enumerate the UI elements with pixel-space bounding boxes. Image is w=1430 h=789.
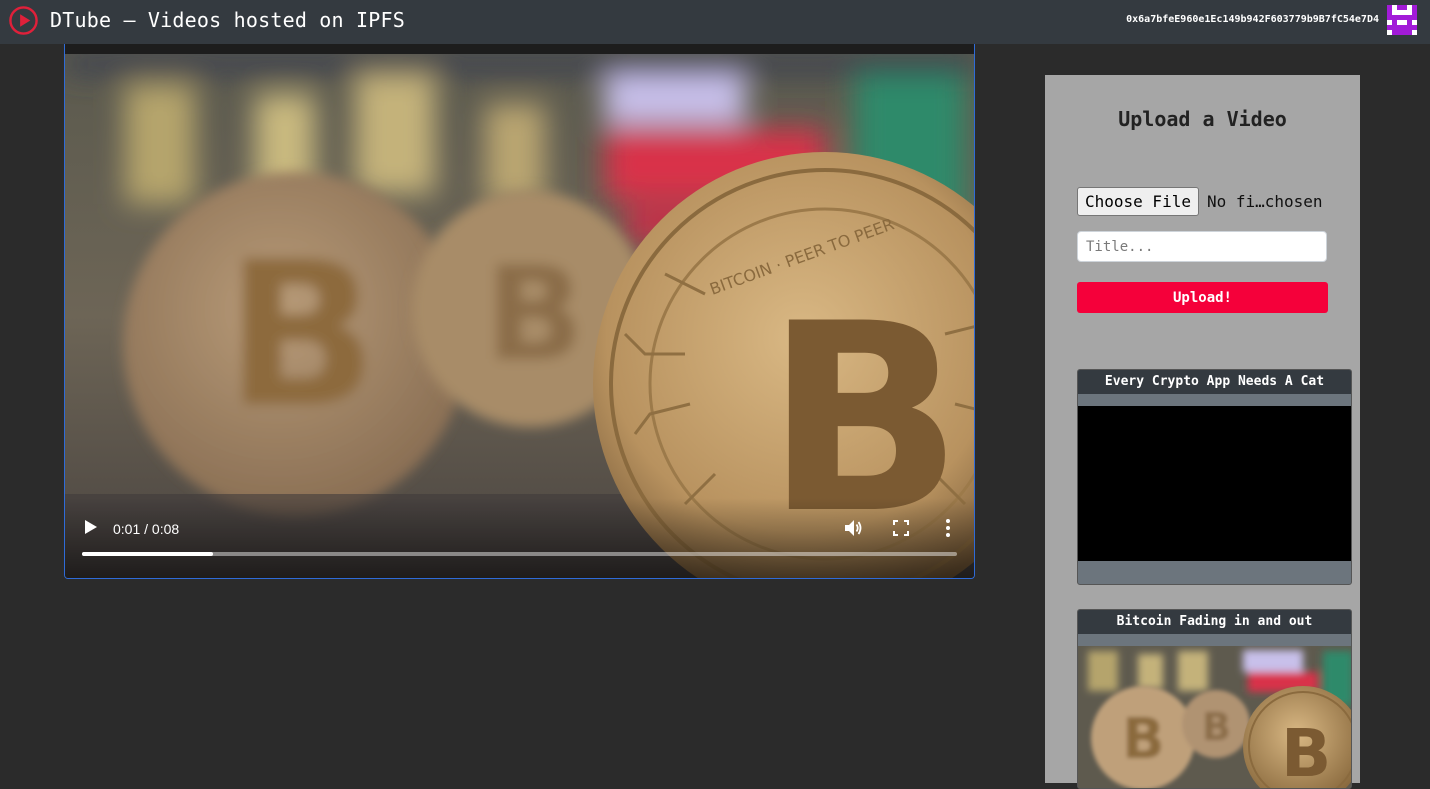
svg-text:B: B	[485, 238, 584, 390]
video-thumbnail[interactable]	[1078, 406, 1351, 561]
identicon-avatar	[1387, 5, 1417, 35]
account-address: 0x6a7bfeE960e1Ec149b942F603779b9B7fC54e7…	[1126, 14, 1379, 25]
fullscreen-icon[interactable]	[893, 520, 909, 536]
card-spacer	[1078, 394, 1351, 406]
upload-heading: Upload a Video	[1118, 107, 1287, 131]
video-card[interactable]: Every Crypto App Needs A Cat	[1077, 369, 1352, 585]
main-video-player[interactable]: B B B BITCOIN · PEER TO PEER 0:01 / 0:08	[64, 44, 975, 579]
seek-bar-progress	[82, 552, 214, 556]
seek-bar[interactable]	[82, 552, 957, 556]
time-display: 0:01 / 0:08	[113, 521, 180, 537]
video-card-title[interactable]: Every Crypto App Needs A Cat	[1078, 370, 1351, 394]
svg-text:B: B	[1281, 715, 1331, 789]
card-spacer	[1078, 634, 1351, 646]
play-circle-icon	[9, 6, 38, 35]
svg-text:B: B	[1122, 707, 1165, 772]
svg-text:B: B	[225, 219, 377, 452]
video-card[interactable]: Bitcoin Fading in and out B B B	[1077, 609, 1352, 789]
choose-file-button[interactable]: Choose File	[1077, 187, 1199, 216]
bitcoin-thumbnail-image: B B B	[1078, 646, 1351, 789]
navbar: DTube – Videos hosted on IPFS 0x6a7bfeE9…	[0, 0, 1430, 44]
play-icon[interactable]	[83, 518, 99, 536]
file-picker: Choose File No fi…chosen	[1077, 187, 1323, 216]
upload-button[interactable]: Upload!	[1077, 282, 1328, 313]
title-input[interactable]	[1077, 231, 1327, 262]
player-letterbox	[65, 44, 974, 54]
controls-overlay	[65, 498, 974, 578]
volume-icon[interactable]	[843, 518, 863, 538]
more-options-icon[interactable]	[941, 518, 955, 538]
video-card-title[interactable]: Bitcoin Fading in and out	[1078, 610, 1351, 634]
sidebar: Upload a Video Choose File No fi…chosen …	[1045, 75, 1360, 789]
video-thumbnail[interactable]: B B B	[1078, 646, 1351, 789]
file-status: No fi…chosen	[1206, 192, 1323, 211]
svg-text:B: B	[1202, 705, 1231, 749]
app-title: DTube – Videos hosted on IPFS	[50, 8, 405, 32]
